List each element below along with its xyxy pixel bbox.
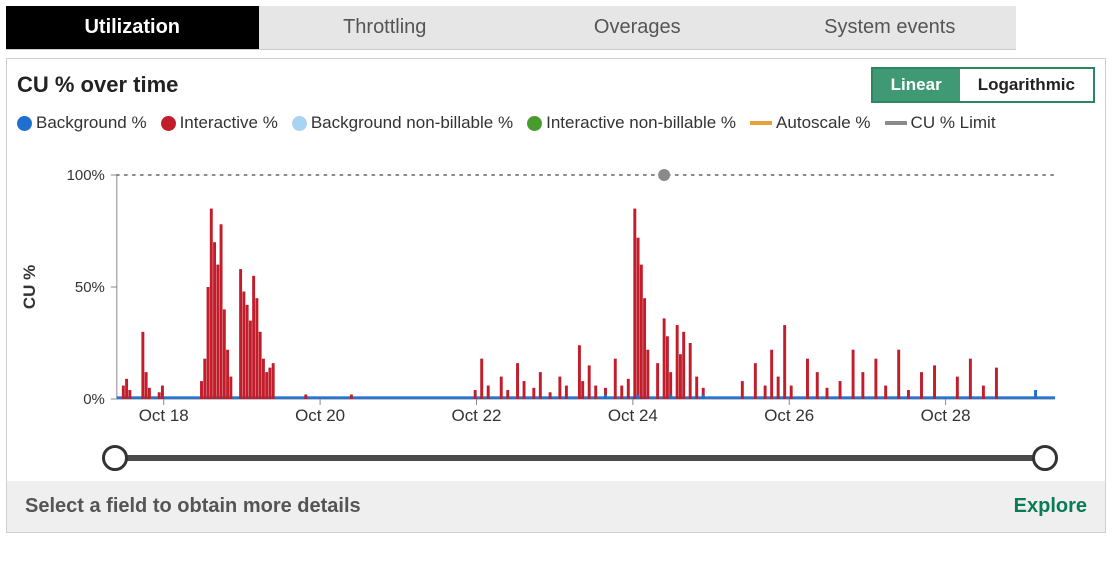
scale-toggle: Linear Logarithmic (871, 67, 1095, 103)
svg-text:50%: 50% (75, 279, 105, 296)
chart-title: CU % over time (17, 72, 178, 98)
svg-text:100%: 100% (67, 167, 105, 184)
tab-overages[interactable]: Overages (511, 6, 764, 49)
tab-throttling[interactable]: Throttling (259, 6, 512, 49)
scale-logarithmic-button[interactable]: Logarithmic (960, 69, 1093, 101)
legend-item-interactive[interactable]: Interactive % (161, 113, 278, 133)
panel-footer: Select a field to obtain more details Ex… (7, 481, 1105, 532)
legend-item-interactive-nonbillable[interactable]: Interactive non-billable % (527, 113, 736, 133)
dot-icon (527, 116, 542, 131)
line-icon (885, 121, 907, 125)
svg-text:Oct 18: Oct 18 (139, 406, 189, 425)
svg-text:Oct 22: Oct 22 (452, 406, 502, 425)
svg-text:Oct 20: Oct 20 (295, 406, 345, 425)
dot-icon (292, 116, 307, 131)
time-range-slider[interactable] (115, 435, 1045, 481)
line-icon (750, 121, 772, 125)
svg-text:Oct 26: Oct 26 (764, 406, 814, 425)
chart-area[interactable]: CU % 0% 50% 100% Oct 18 Oct 20 Oct 22 Oct 24 Oct… (7, 135, 1105, 435)
legend-item-background-nonbillable[interactable]: Background non-billable % (292, 113, 513, 133)
footer-hint: Select a field to obtain more details (25, 495, 361, 518)
svg-text:CU %: CU % (20, 265, 39, 309)
chart-panel: CU % over time Linear Logarithmic Backgr… (6, 58, 1106, 533)
svg-text:0%: 0% (83, 391, 105, 408)
tabs-bar: Utilization Throttling Overages System e… (6, 6, 1016, 50)
svg-text:Oct 24: Oct 24 (608, 406, 658, 425)
legend-item-cu-limit[interactable]: CU % Limit (885, 113, 996, 133)
scale-linear-button[interactable]: Linear (873, 69, 960, 101)
dot-icon (17, 116, 32, 131)
explore-button[interactable]: Explore (1014, 495, 1087, 518)
chart-svg: CU % 0% 50% 100% Oct 18 Oct 20 Oct 22 Oct 24 Oct… (17, 135, 1095, 435)
slider-track (115, 455, 1045, 461)
dot-icon (161, 116, 176, 131)
legend-item-autoscale[interactable]: Autoscale % (750, 113, 871, 133)
slider-handle-end[interactable] (1032, 445, 1058, 471)
legend-item-background[interactable]: Background % (17, 113, 147, 133)
tab-system-events[interactable]: System events (764, 6, 1017, 49)
chart-legend: Background % Interactive % Background no… (7, 107, 1105, 135)
slider-handle-start[interactable] (102, 445, 128, 471)
tab-utilization[interactable]: Utilization (6, 6, 259, 49)
svg-text:Oct 28: Oct 28 (921, 406, 971, 425)
